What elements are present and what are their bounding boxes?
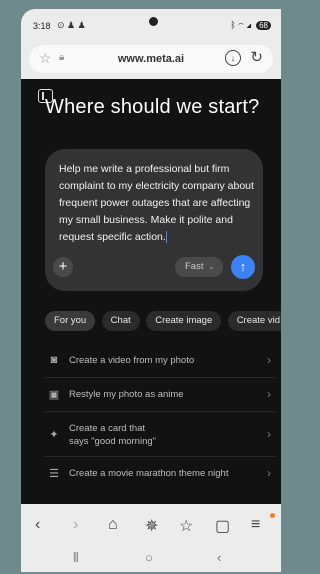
prompt-input[interactable]: Help me write a professional but firm co… [59, 161, 255, 246]
signal-icon: ◢ [246, 20, 252, 30]
chip-create-image[interactable]: Create image [146, 311, 222, 331]
notification-icons: ⊙ ♟ ♟ [57, 20, 86, 30]
ai-sparkle-icon[interactable]: ✵ [145, 516, 158, 536]
browser-bottom-bar: ‹ › ⌂ ✵ ☆ ▢ ≡ [21, 504, 281, 548]
chip-chat[interactable]: Chat [101, 311, 140, 331]
model-selector[interactable]: Fast ⌄ [175, 257, 223, 277]
page-heading: Where should we start? [45, 96, 260, 118]
suggestion-line-1: Create a card that [69, 423, 146, 434]
suggestion-text: Create a video from my photo [69, 355, 195, 366]
address-bar[interactable]: ☆ 🔒︎ www.meta.ai ↓ ↻ [29, 45, 273, 73]
camera-cutout [149, 17, 158, 26]
browser-toolbar: ☆ 🔒︎ www.meta.ai ↓ ↻ [21, 41, 281, 79]
bookmarks-icon[interactable]: ☆ [179, 516, 193, 536]
system-navigation-bar: ⦀ ○ ‹ [21, 548, 281, 572]
arrow-up-icon: ↑ [239, 259, 247, 274]
bluetooth-icon: ᛒ [230, 20, 236, 30]
status-time: 3:18 [33, 21, 51, 31]
image-icon: ▣ [48, 389, 60, 401]
suggestion-item[interactable]: ◙ Create a video from my photo › [45, 344, 275, 378]
chip-create-video[interactable]: Create vid [227, 311, 281, 331]
send-button[interactable]: ↑ [231, 255, 255, 279]
tabs-icon[interactable]: ▢ [215, 516, 230, 536]
phone-screen: 3:18 ⊙ ♟ ♟ ᛒ ◠ ◢ 68 ☆ 🔒︎ www.meta.ai ↓ ↻… [21, 9, 281, 572]
camera-icon: ◙ [50, 354, 58, 366]
recents-icon[interactable]: ⦀ [73, 550, 79, 566]
chevron-right-icon: › [267, 427, 271, 441]
suggestion-text: Create a card that says "good morning" [69, 422, 244, 448]
menu-icon[interactable]: ≡ [251, 516, 260, 534]
model-label: Fast [185, 261, 204, 272]
suggestion-line-2: says "good morning" [69, 436, 157, 447]
sparkle-icon: ✦ [49, 429, 59, 441]
system-icons: ᛒ ◠ ◢ 68 [230, 20, 271, 30]
download-icon[interactable]: ↓ [225, 50, 241, 66]
text-caret [165, 231, 167, 244]
forward-icon[interactable]: › [73, 516, 78, 534]
suggestion-text: Create a movie marathon theme night [69, 468, 229, 479]
back-icon[interactable]: ‹ [35, 516, 40, 534]
battery-icon: 68 [256, 21, 271, 30]
add-attachment-button[interactable]: + [53, 257, 73, 277]
prompt-text: Help me write a professional but firm co… [59, 163, 254, 243]
suggestion-item[interactable]: ✦ Create a card that says "good morning"… [45, 412, 275, 457]
suggestion-item[interactable]: ▣ Restyle my photo as anime › [45, 378, 275, 412]
home-button-icon[interactable]: ○ [145, 550, 153, 565]
back-nav-icon[interactable]: ‹ [217, 550, 221, 565]
chevron-right-icon: › [267, 466, 271, 480]
chevron-right-icon: › [267, 387, 271, 401]
wifi-icon: ◠ [238, 20, 244, 30]
home-icon[interactable]: ⌂ [108, 516, 118, 534]
chevron-down-icon: ⌄ [208, 262, 215, 271]
prompt-composer[interactable]: Help me write a professional but firm co… [45, 149, 263, 291]
list-icon: ☰ [49, 468, 59, 480]
suggestion-item[interactable]: ☰ Create a movie marathon theme night › [45, 457, 275, 490]
notification-dot [270, 513, 275, 518]
chevron-right-icon: › [267, 353, 271, 367]
reload-icon[interactable]: ↻ [250, 48, 263, 66]
status-bar: 3:18 ⊙ ♟ ♟ ᛒ ◠ ◢ 68 [21, 9, 281, 41]
suggestion-list: ◙ Create a video from my photo › ▣ Resty… [45, 344, 275, 490]
chip-for-you[interactable]: For you [45, 311, 96, 331]
suggestion-text: Restyle my photo as anime [69, 389, 184, 400]
mode-chips: For you Chat Create image Create vid [45, 311, 281, 333]
